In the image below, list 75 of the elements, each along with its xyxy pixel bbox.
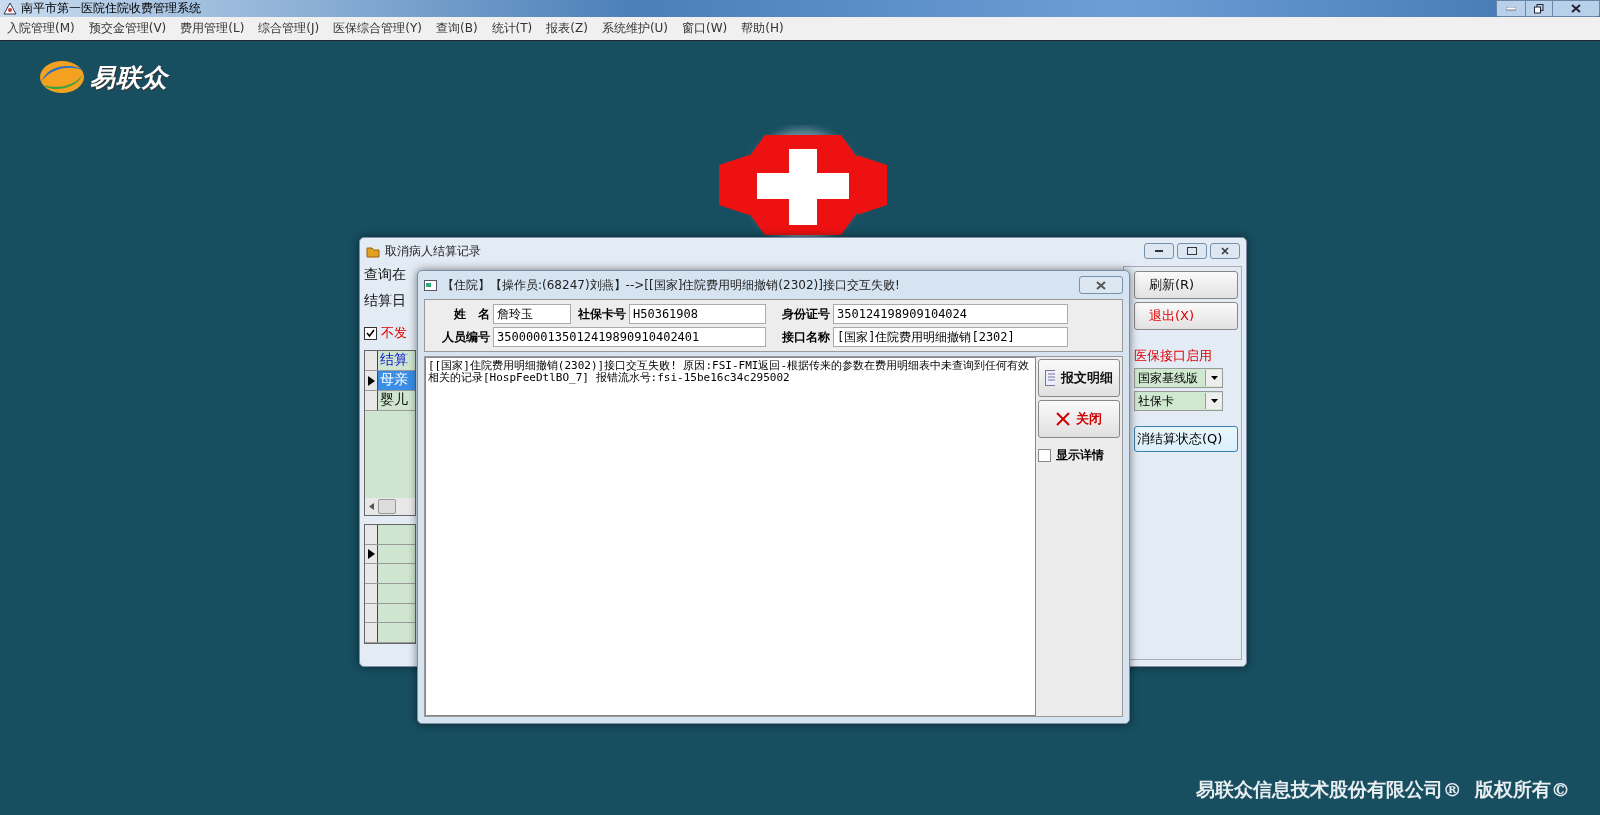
dialog-title: 取消病人结算记录 [385, 242, 481, 260]
close-icon [1056, 412, 1070, 426]
logo-text: 易联众 [90, 61, 168, 94]
window-icon [424, 279, 437, 291]
close-icon [1096, 280, 1106, 290]
copyright-text: 易联众信息技术股份有限公司® 版权所有© [1195, 777, 1570, 802]
row-header[interactable] [365, 564, 378, 583]
checkbox[interactable] [364, 326, 377, 340]
menu-item[interactable]: 报表(Z) [539, 20, 595, 37]
close-button[interactable]: 关闭 [1038, 400, 1120, 438]
table-cell[interactable]: 婴儿 [378, 391, 415, 410]
text-field[interactable]: H50361908 [629, 304, 766, 324]
menu-item[interactable]: 系统维护(U) [594, 20, 676, 37]
row-header[interactable] [365, 623, 378, 643]
field-label: 结算日 [364, 292, 407, 310]
dropdown[interactable]: 国家基线版 [1134, 368, 1223, 388]
text-field[interactable]: [国家]住院费用明细撤销[2302] [833, 327, 1068, 347]
pointer-icon [367, 549, 375, 559]
exit-button[interactable]: 退出(X) [1134, 302, 1238, 330]
dropdown-arrow-icon [1210, 376, 1218, 380]
checkbox-label: 显示详情 [1056, 447, 1104, 464]
menu-item[interactable]: 查询(B) [428, 20, 485, 37]
field-label: 人员编号 [441, 329, 491, 346]
menu-item[interactable]: 综合管理(J) [251, 20, 327, 37]
maximize-icon [1187, 247, 1197, 255]
close-button[interactable] [1079, 276, 1123, 294]
pointer-icon [367, 375, 375, 386]
maximize-button[interactable] [1177, 243, 1207, 259]
menu-item[interactable]: 预交金管理(V) [81, 20, 174, 37]
field-label: 姓 名 [453, 306, 491, 323]
restore-button[interactable] [1525, 1, 1552, 16]
close-button[interactable] [1210, 243, 1240, 259]
restore-icon [1534, 3, 1544, 14]
scroll-left-icon [369, 503, 374, 510]
window-title: 南平市第一医院住院收费管理系统 [21, 0, 201, 17]
checkbox[interactable] [1038, 449, 1051, 462]
menu-item[interactable]: 费用管理(L) [173, 20, 252, 37]
document-icon [1045, 370, 1055, 386]
row-header [365, 351, 378, 370]
dropdown-arrow-icon [1210, 399, 1218, 403]
text-field[interactable]: 詹玲玉 [493, 304, 571, 324]
text-field[interactable]: 350124198909104024 [833, 304, 1068, 324]
detail-button[interactable]: 报文明细 [1038, 359, 1120, 397]
field-label: 社保卡号 [577, 306, 627, 323]
error-message: [[国家]住院费用明细撤销(2302)]接口交互失败! 原因:FSI-FMI返回-根据传来的参数在费用明细表中未查询到任何有效相关的记录[HospFeeDtlBO_7] 报错流水号:fsi-15be16c34c295002 [425, 357, 1036, 716]
app-icon [3, 2, 17, 15]
close-icon [1221, 247, 1229, 255]
folder-icon [366, 244, 380, 258]
row-header[interactable] [365, 584, 378, 603]
checkbox-label: 不发 [381, 324, 407, 342]
menu-item[interactable]: 帮助(H) [734, 20, 791, 37]
field-label: 身份证号 [781, 306, 831, 323]
menu-item[interactable]: 窗口(W) [675, 20, 735, 37]
dialog-title: 【住院】【操作员:(68247)刘燕】-->[[国家]住院费用明细撤销(2302)]接口交互失败! [442, 276, 900, 294]
field-label: 接口名称 [781, 329, 831, 346]
group-label: 查询在 [364, 266, 407, 284]
menu-item[interactable]: 医保综合管理(Y) [326, 20, 429, 37]
dropdown[interactable]: 社保卡 [1134, 391, 1223, 411]
minimize-icon [1506, 6, 1516, 11]
logo-icon [38, 59, 86, 95]
refresh-button[interactable]: 刷新(R) [1134, 271, 1238, 299]
row-header[interactable] [365, 371, 378, 390]
row-header [365, 525, 378, 544]
row-header[interactable] [365, 391, 378, 410]
interface-label: 医保接口启用 [1134, 347, 1213, 365]
minimize-button[interactable] [1144, 243, 1174, 259]
column-header: 结算 [379, 351, 409, 369]
text-field[interactable]: 3500000135012419890910402401 [493, 327, 766, 347]
menu-item[interactable]: 入院管理(M) [0, 20, 82, 37]
scrollbar[interactable] [365, 498, 415, 515]
close-icon [1571, 4, 1581, 13]
cancel-settlement-button[interactable]: 消结算状态(Q) [1134, 426, 1238, 452]
menu-item[interactable]: 统计(T) [484, 20, 540, 37]
close-button[interactable] [1552, 1, 1599, 16]
minimize-icon [1155, 249, 1163, 253]
